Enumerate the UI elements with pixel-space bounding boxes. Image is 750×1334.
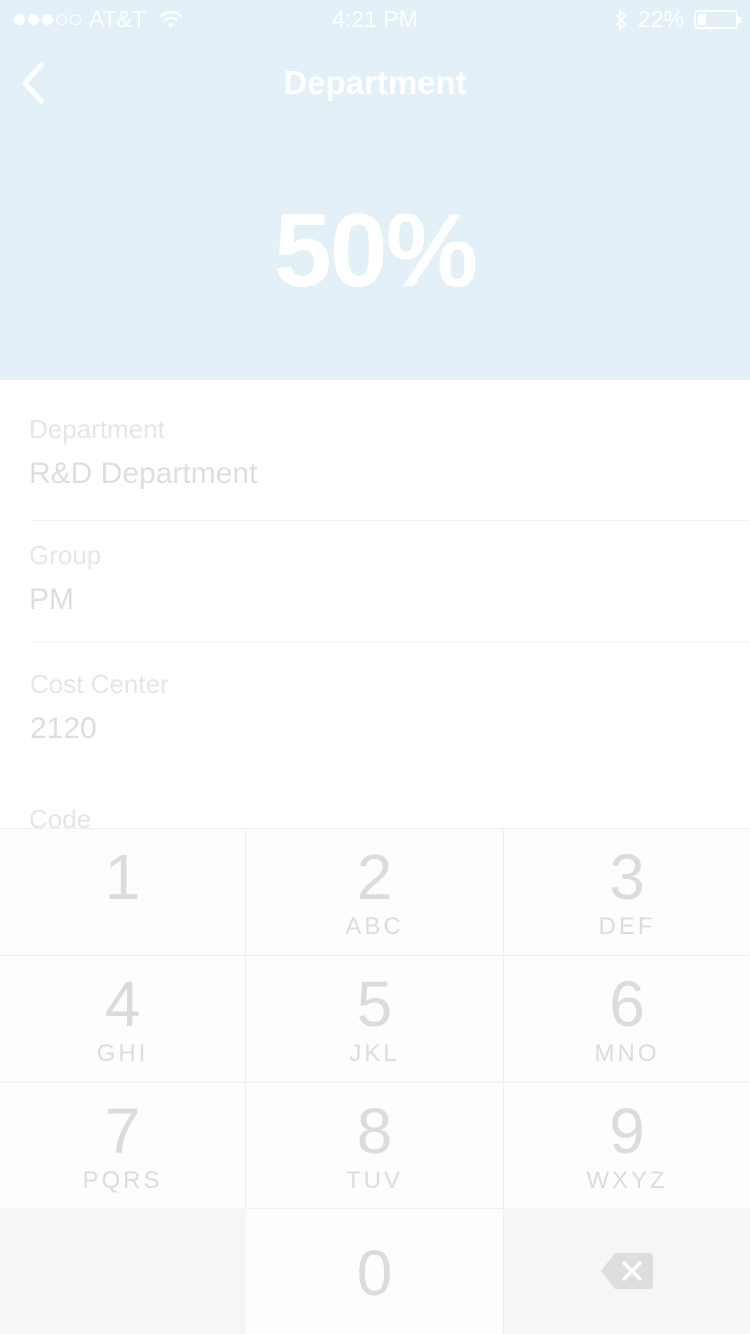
- key-digit: 9: [609, 1095, 645, 1167]
- divider: [29, 520, 750, 521]
- battery-level-fill: [698, 14, 706, 25]
- key-digit: 3: [609, 841, 645, 913]
- department-label: Department: [29, 414, 165, 444]
- key-letters: TUV: [346, 1167, 403, 1194]
- status-right: 22%: [614, 6, 741, 33]
- key-3[interactable]: 3 DEF: [504, 828, 750, 955]
- key-letters: JKL: [349, 1040, 400, 1067]
- divider: [29, 642, 750, 643]
- battery-icon: [694, 10, 741, 29]
- cost-center-field[interactable]: Cost Center 2120: [30, 669, 750, 746]
- percent-display: 50%: [273, 193, 478, 309]
- key-digit: 6: [609, 968, 645, 1040]
- group-field[interactable]: Group PM: [29, 540, 750, 617]
- key-letters: ABC: [345, 913, 404, 940]
- department-value: R&D Department: [29, 457, 258, 490]
- group-label: Group: [29, 540, 102, 570]
- key-4[interactable]: 4 GHI: [0, 955, 246, 1082]
- key-letters: MNO: [594, 1040, 660, 1067]
- battery-percent: 22%: [637, 6, 684, 32]
- bluetooth-icon: [615, 8, 627, 31]
- group-value: PM: [29, 583, 74, 616]
- key-digit: 1: [104, 841, 141, 913]
- key-5[interactable]: 5 JKL: [246, 955, 504, 1082]
- header: AT&T 4:21 PM 22% Department 50%: [0, 0, 750, 380]
- delete-backspace-icon: [601, 1253, 653, 1289]
- key-digit: 4: [104, 968, 141, 1040]
- key-9[interactable]: 9 WXYZ: [504, 1082, 750, 1208]
- key-digit: 5: [356, 968, 393, 1040]
- cost-center-value: 2120: [30, 712, 97, 745]
- key-blank: [0, 1208, 246, 1334]
- key-8[interactable]: 8 TUV: [246, 1082, 504, 1208]
- status-bar: AT&T 4:21 PM 22%: [0, 0, 750, 40]
- key-1[interactable]: 1: [0, 828, 246, 955]
- key-letters: WXYZ: [586, 1167, 668, 1194]
- code-label: Code: [29, 804, 92, 828]
- delete-key[interactable]: [504, 1208, 750, 1334]
- key-digit: 7: [104, 1095, 141, 1167]
- key-digit: 0: [356, 1237, 393, 1309]
- key-letters: DEF: [598, 913, 656, 940]
- key-digit: 8: [356, 1095, 393, 1167]
- key-2[interactable]: 2 ABC: [246, 828, 504, 955]
- cost-center-label: Cost Center: [30, 669, 169, 699]
- key-digit: 2: [356, 841, 393, 913]
- numeric-keypad: 1 2 ABC 3 DEF 4 GHI 5 JKL 6 MNO 7 PQRS 8…: [0, 828, 750, 1334]
- page-title: Department: [283, 64, 467, 101]
- form: Department R&D Department Group PM Cost …: [0, 380, 750, 828]
- key-letters: GHI: [96, 1040, 149, 1067]
- key-letters: PQRS: [82, 1167, 163, 1194]
- department-field[interactable]: Department R&D Department: [29, 414, 750, 491]
- key-7[interactable]: 7 PQRS: [0, 1082, 246, 1208]
- key-6[interactable]: 6 MNO: [504, 955, 750, 1082]
- code-field[interactable]: Code: [29, 804, 750, 828]
- key-0[interactable]: 0: [246, 1208, 504, 1334]
- nav-bar: Department: [0, 40, 750, 128]
